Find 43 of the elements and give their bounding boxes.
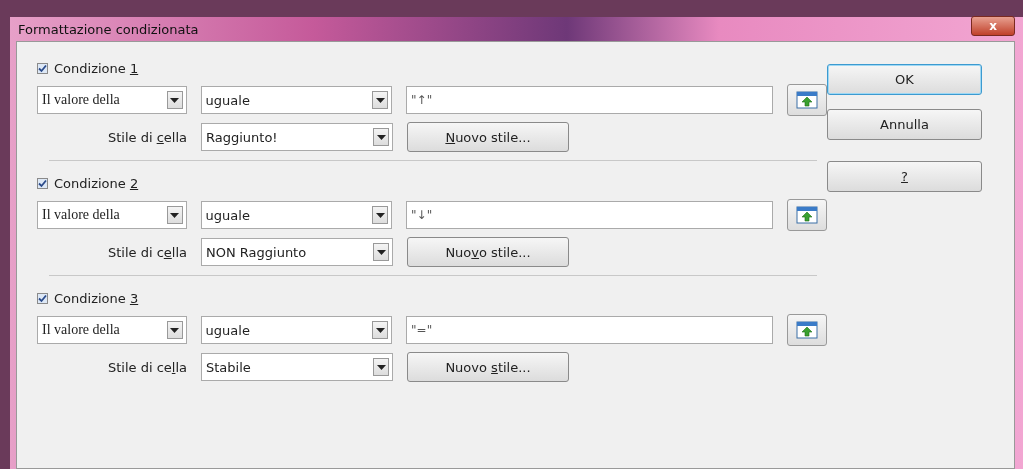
caret-icon[interactable] xyxy=(372,321,389,339)
caret-icon[interactable] xyxy=(166,321,183,339)
checkbox[interactable] xyxy=(37,62,48,74)
caret-icon[interactable] xyxy=(372,206,389,224)
value-field[interactable]: "↓" xyxy=(406,201,774,229)
new-style-button[interactable]: Nuovo stile... xyxy=(407,352,569,382)
checkbox-label: Condizione 1 xyxy=(54,60,139,76)
dropdown[interactable]: NON Raggiunto xyxy=(201,238,393,266)
checkbox-label: Condizione 2 xyxy=(54,175,139,191)
dropdown[interactable]: Il valore della xyxy=(37,316,187,344)
shrink-button[interactable] xyxy=(787,314,827,346)
new-style-button[interactable]: Nuovo stile... xyxy=(407,237,569,267)
checkbox[interactable] xyxy=(37,292,48,304)
dropdown[interactable]: Stabile xyxy=(201,353,393,381)
checkbox[interactable] xyxy=(37,177,48,189)
shrink-icon xyxy=(796,206,819,224)
dropdown[interactable]: uguale xyxy=(200,201,393,229)
new-style-button[interactable]: Nuovo stile... xyxy=(407,122,569,152)
value-field[interactable]: "↑" xyxy=(406,86,774,114)
caret-icon[interactable] xyxy=(372,91,389,109)
field-label: Stile di cella xyxy=(106,359,187,375)
dropdown[interactable]: Il valore della xyxy=(37,86,187,114)
caret-icon[interactable] xyxy=(373,128,389,146)
dropdown[interactable]: Il valore della xyxy=(37,201,187,229)
window-title: Formattazione condizionata xyxy=(17,21,199,37)
caret-icon[interactable] xyxy=(166,91,183,109)
shrink-button[interactable] xyxy=(787,84,827,116)
value-field[interactable]: "=" xyxy=(406,316,774,344)
dialog-button[interactable]: Annulla xyxy=(827,109,982,140)
caret-icon[interactable] xyxy=(166,206,183,224)
dialog-button[interactable]: ? xyxy=(827,161,982,192)
dropdown[interactable]: uguale xyxy=(200,86,393,114)
dialog-button[interactable]: OK xyxy=(827,64,982,95)
shrink-icon xyxy=(796,321,819,339)
field-label: Stile di cella xyxy=(106,129,187,145)
dropdown[interactable]: Raggiunto! xyxy=(201,123,393,151)
shrink-button[interactable] xyxy=(787,199,827,231)
checkbox-label: Condizione 3 xyxy=(54,290,139,306)
shrink-icon xyxy=(796,91,819,109)
field-label: Stile di cella xyxy=(106,244,187,260)
dropdown[interactable]: uguale xyxy=(200,316,393,344)
caret-icon[interactable] xyxy=(373,243,389,261)
caret-icon[interactable] xyxy=(373,358,389,376)
